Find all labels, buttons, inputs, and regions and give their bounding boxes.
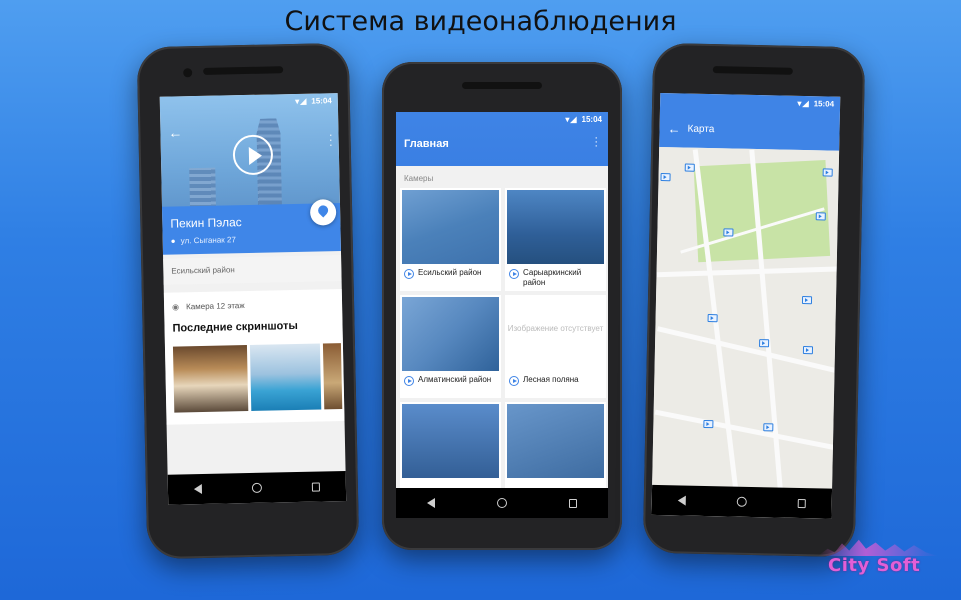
more-vert-icon[interactable]: · · · xyxy=(329,129,333,151)
system-navbar xyxy=(651,484,833,519)
nav-home-icon xyxy=(736,496,747,507)
camera-map-marker[interactable] xyxy=(703,419,714,429)
slide-title: Система видеонаблюдения xyxy=(284,6,677,37)
nav-back-button[interactable] xyxy=(676,494,688,506)
app-title: Карта xyxy=(687,123,715,136)
camera-preview xyxy=(507,190,604,264)
phone-camera-list: Главная · · · ▾◢ 15:04 Камеры Есильский рай… xyxy=(382,62,622,550)
nav-recent-button[interactable] xyxy=(310,480,322,492)
signal-icon: ▾◢ xyxy=(565,115,578,124)
camera-preview xyxy=(507,404,604,478)
nav-back-button[interactable] xyxy=(191,483,203,495)
map-road xyxy=(654,409,840,454)
system-navbar xyxy=(167,470,347,505)
status-time: 15:04 xyxy=(311,96,332,106)
section-label: Камеры xyxy=(404,174,434,183)
play-circle-icon xyxy=(404,376,414,386)
camera-map-marker[interactable] xyxy=(763,423,774,432)
camera-map-marker[interactable] xyxy=(707,314,718,323)
camera-list-screen: Главная · · · ▾◢ 15:04 Камеры Есильский рай… xyxy=(396,112,608,518)
map-view[interactable] xyxy=(651,146,840,519)
camera-tile-label: Сарыаркинский район xyxy=(523,268,582,287)
camera-tile[interactable]: Изображение отсутствует Лесная поляна xyxy=(505,295,606,398)
camera-map-marker[interactable] xyxy=(684,163,695,172)
camera-preview xyxy=(402,190,499,264)
camera-map-marker[interactable] xyxy=(801,296,813,305)
earpiece-speaker xyxy=(203,66,284,75)
play-circle-icon xyxy=(404,269,414,279)
camera-tile-label: Алматинский район xyxy=(418,375,492,384)
camera-card: ◉ Камера 12 этаж Последние скриншоты xyxy=(163,289,345,425)
camera-tile-label: Лесная поляна xyxy=(523,375,579,384)
camera-preview xyxy=(402,404,499,478)
nav-home-button[interactable] xyxy=(496,497,508,509)
nav-recent-icon xyxy=(312,482,321,492)
camera-tile[interactable]: Сарыаркинский район xyxy=(505,188,606,291)
arrow-back-icon[interactable]: ← xyxy=(667,121,680,136)
screenshot-thumb[interactable] xyxy=(172,345,249,413)
earpiece-speaker xyxy=(712,66,793,75)
screenshot-strip xyxy=(172,343,343,413)
place-detail-screen: ← · · · ▾◢ 15:04 Пекин Пэлас ● ул. Сыганак … xyxy=(159,93,347,505)
camera-tile[interactable]: Алматинский район xyxy=(400,295,501,398)
play-circle-icon xyxy=(509,269,519,279)
nav-home-button[interactable] xyxy=(251,482,263,494)
camera-map-marker[interactable] xyxy=(802,346,814,355)
camera-label: Камера 12 этаж xyxy=(186,301,245,312)
nav-recent-icon xyxy=(797,498,806,508)
earpiece-speaker xyxy=(462,82,542,89)
map-road xyxy=(656,265,840,278)
camera-map-marker[interactable] xyxy=(815,212,826,221)
nav-home-button[interactable] xyxy=(736,496,748,508)
screenshot-thumb[interactable] xyxy=(249,343,322,411)
location-pin-icon: ● xyxy=(170,236,176,246)
phone-map: ← Карта ▾◢ 15:04 xyxy=(642,42,866,558)
camera-icon: ◉ xyxy=(172,302,180,312)
nav-recent-button[interactable] xyxy=(567,497,579,509)
camera-map-marker[interactable] xyxy=(759,339,770,348)
camera-map-marker[interactable] xyxy=(660,173,671,182)
nav-back-icon xyxy=(427,498,436,508)
front-camera xyxy=(183,68,193,78)
camera-map-marker[interactable] xyxy=(822,168,833,177)
signal-icon: ▾◢ xyxy=(797,98,810,109)
place-address: ул. Сыганак 27 xyxy=(180,235,236,246)
phone-place-detail: ← · · · ▾◢ 15:04 Пекин Пэлас ● ул. Сыганак … xyxy=(136,42,360,560)
nav-back-icon xyxy=(193,484,202,495)
district-label: Есильский район xyxy=(163,255,342,285)
app-title: Главная xyxy=(404,138,449,150)
nav-recent-icon xyxy=(568,498,577,508)
nav-home-icon xyxy=(496,498,507,508)
status-bar: ▾◢ 15:04 xyxy=(396,112,608,126)
camera-tile[interactable]: Есильский район xyxy=(400,188,501,291)
arrow-back-icon[interactable]: ← xyxy=(168,124,182,140)
status-time: 15:04 xyxy=(813,99,835,109)
system-navbar xyxy=(396,488,608,518)
nav-recent-button[interactable] xyxy=(796,497,808,509)
screenshots-title: Последние скриншоты xyxy=(172,319,298,335)
map-screen: ← Карта ▾◢ 15:04 xyxy=(651,92,841,519)
signal-icon: ▾◢ xyxy=(295,96,308,106)
camera-preview xyxy=(402,297,499,371)
status-time: 15:04 xyxy=(581,115,602,124)
screenshot-thumb[interactable] xyxy=(322,343,343,410)
nav-back-icon xyxy=(677,495,686,506)
no-image-placeholder: Изображение отсутствует xyxy=(507,324,604,333)
nav-home-icon xyxy=(251,482,263,493)
city-soft-logo: City Soft xyxy=(828,555,921,576)
camera-map-marker[interactable] xyxy=(723,228,734,237)
more-vert-icon[interactable]: · · · xyxy=(594,133,598,152)
nav-back-button[interactable] xyxy=(425,497,437,509)
camera-tile-label: Есильский район xyxy=(418,268,482,277)
play-circle-icon xyxy=(509,376,519,386)
place-name: Пекин Пэлас xyxy=(170,215,242,231)
